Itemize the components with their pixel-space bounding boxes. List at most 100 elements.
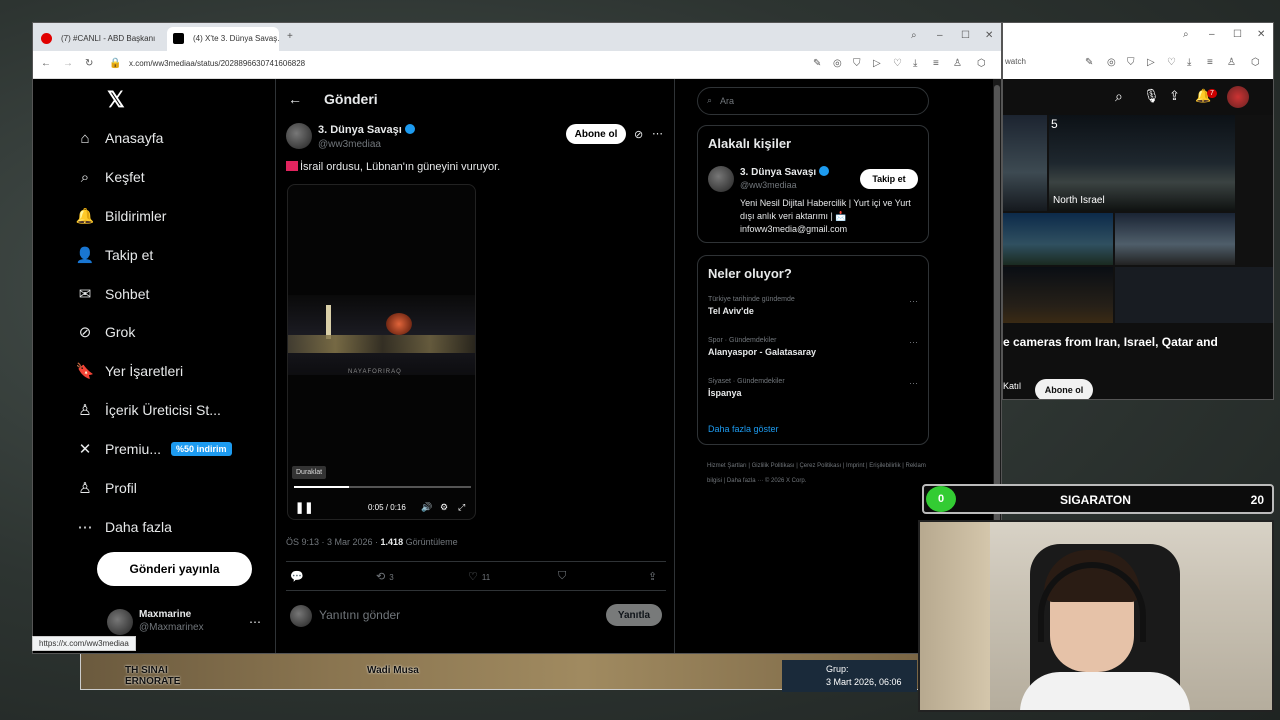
sidebar-item-6[interactable]: 🔖 Yer İşaretleri: [76, 356, 183, 386]
footer-links[interactable]: Hizmet Şartları | Gizlilik Politikası | …: [707, 459, 927, 489]
like-icon[interactable]: ♡ 11: [468, 570, 490, 583]
sidebar-item-4[interactable]: ✉ Sohbet: [79, 279, 150, 309]
trend-item[interactable]: Spor · Gündemdekiler Alanyaspor - Galata…: [708, 337, 918, 357]
grok-icon[interactable]: ⊘: [634, 128, 643, 141]
new-tab-icon[interactable]: +: [287, 31, 293, 42]
video-player[interactable]: NAYAFORIRAQ Duraklat ❚❚ 0:05 / 0:16 🔊 ⚙ …: [287, 184, 476, 520]
back-arrow-icon[interactable]: ←: [288, 91, 302, 107]
pause-icon[interactable]: ❚❚: [295, 501, 313, 514]
tab-bar: (7) #CANLI - ABD Başkanı (4) X'te 3. Dün…: [33, 23, 1001, 51]
url-field[interactable]: watch: [1005, 57, 1026, 66]
related-avatar[interactable]: [708, 166, 734, 192]
sidebar-item-1[interactable]: ⌕ Keşfet: [81, 162, 145, 192]
account-icon[interactable]: ♙: [953, 58, 962, 69]
shield-icon[interactable]: ⛉: [1127, 57, 1135, 68]
related-handle[interactable]: @ww3mediaa: [740, 180, 797, 190]
heart-icon[interactable]: ♡: [1167, 57, 1176, 68]
x-logo-icon[interactable]: 𝕏: [107, 87, 125, 113]
avatar[interactable]: [1227, 86, 1249, 108]
minimize-icon[interactable]: –: [1209, 29, 1215, 40]
follow-button[interactable]: Takip et: [860, 169, 918, 189]
upload-icon[interactable]: ⇪: [1169, 88, 1180, 104]
url-field[interactable]: x.com/ww3mediaa/status/20288966307416068…: [129, 59, 305, 68]
more-icon[interactable]: ⋯: [909, 296, 918, 307]
sidebar-item-10[interactable]: ⋯ Daha fazla: [78, 512, 172, 542]
sidebar-item-3[interactable]: 👤 Takip et: [76, 240, 154, 270]
sidebar-item-label: Bildirimler: [105, 208, 167, 224]
x-icon: [173, 33, 184, 44]
map-label: ERNORATE: [125, 676, 181, 687]
author-handle[interactable]: @ww3mediaa: [318, 139, 381, 150]
fullscreen-icon[interactable]: ⤢: [458, 502, 465, 513]
show-more-link[interactable]: Daha fazla göster: [708, 424, 779, 434]
sidebar-item-8[interactable]: ✕ Premiu... %50 indirim: [79, 434, 232, 464]
more-icon[interactable]: ⋯: [249, 615, 261, 629]
edit-icon[interactable]: ✎: [1085, 57, 1093, 68]
menu-icon[interactable]: ≡: [933, 58, 939, 69]
post-button[interactable]: Gönderi yayınla: [97, 552, 252, 586]
video-title[interactable]: e cameras from Iran, Israel, Qatar and: [1003, 335, 1218, 349]
reply-button[interactable]: Yanıtla: [606, 604, 662, 626]
search-tabs-icon[interactable]: ⌕: [1183, 29, 1189, 40]
avatar[interactable]: [107, 609, 133, 635]
subscribe-button[interactable]: Abone ol: [566, 124, 626, 144]
volume-icon[interactable]: 🔊: [421, 502, 432, 513]
post-timestamp[interactable]: ÖS 9:13 · 3 Mar 2026 ·: [286, 537, 381, 547]
camera-icon[interactable]: ◎: [833, 58, 842, 69]
sidebar-item-0[interactable]: ⌂ Anasayfa: [80, 123, 163, 153]
settings-gear-icon[interactable]: ⚙: [440, 502, 448, 513]
sidebar-item-label: Takip et: [105, 247, 154, 263]
edit-icon[interactable]: ✎: [813, 58, 821, 69]
related-name[interactable]: 3. Dünya Savaşı: [740, 166, 830, 178]
retweet-icon[interactable]: ⟲ 3: [376, 570, 394, 583]
video-progress-bar[interactable]: [294, 486, 471, 488]
search-tabs-icon[interactable]: ⌕: [911, 30, 917, 41]
sidebar-item-label: Sohbet: [105, 286, 150, 302]
more-options-icon[interactable]: ⋯: [652, 127, 663, 140]
camera-icon[interactable]: ◎: [1107, 57, 1116, 68]
premium-discount-badge[interactable]: %50 indirim: [171, 442, 232, 456]
download-icon[interactable]: ⤓: [913, 58, 917, 69]
search-icon[interactable]: ⌕: [1115, 88, 1123, 105]
maximize-icon[interactable]: ☐: [961, 30, 970, 41]
play-icon[interactable]: ▷: [873, 58, 881, 69]
sidebar-item-7[interactable]: ♙ İçerik Üreticisi St...: [78, 395, 221, 425]
download-icon[interactable]: ⤓: [1187, 57, 1191, 68]
reply-input[interactable]: Yanıtını gönder: [319, 608, 400, 622]
account-icon[interactable]: ♙: [1227, 57, 1236, 68]
play-icon[interactable]: ▷: [1147, 57, 1155, 68]
close-icon[interactable]: ✕: [985, 30, 993, 41]
tab-x-post[interactable]: (4) X'te 3. Dünya Savaş...: [167, 27, 279, 51]
bookmark-icon[interactable]: ⛉: [558, 570, 566, 583]
back-icon[interactable]: ←: [41, 58, 51, 69]
minimize-icon[interactable]: –: [937, 30, 943, 41]
tab-youtube[interactable]: (7) #CANLI - ABD Başkanı: [35, 27, 163, 51]
trend-item[interactable]: Siyaset · Gündemdekiler İspanya ⋯: [708, 378, 918, 398]
search-input[interactable]: ⌕ Ara: [697, 87, 929, 115]
share-icon[interactable]: ⇪: [648, 570, 657, 583]
live-camera-grid[interactable]: 5 North Israel: [1003, 115, 1273, 323]
author-avatar[interactable]: [286, 123, 312, 149]
menu-icon[interactable]: ≡: [1207, 57, 1213, 68]
reply-icon[interactable]: 💬: [290, 570, 304, 583]
maximize-icon[interactable]: ☐: [1233, 29, 1242, 40]
trend-item[interactable]: Türkiye tarihinde gündemde Tel Aviv'de ⋯: [708, 296, 918, 316]
sidebar-item-9[interactable]: ♙ Profil: [78, 473, 137, 503]
heart-icon[interactable]: ♡: [893, 58, 902, 69]
reload-icon[interactable]: ↻: [85, 58, 93, 69]
subscribe-button[interactable]: Abone ol: [1035, 379, 1093, 399]
account-switcher[interactable]: Maxmarine @Maxmarinex: [139, 609, 204, 633]
trend-category: Spor · Gündemdekiler: [708, 337, 777, 344]
shield-icon[interactable]: ⛉: [853, 58, 861, 69]
extension-icon[interactable]: ⬡: [977, 58, 986, 69]
author-name[interactable]: 3. Dünya Savaşı: [318, 124, 415, 136]
join-button[interactable]: Katıl: [1003, 381, 1021, 391]
forward-icon[interactable]: →: [63, 58, 73, 69]
sidebar-item-2[interactable]: 🔔 Bildirimler: [76, 201, 167, 231]
mic-icon[interactable]: 🎙: [1143, 88, 1160, 104]
sidebar-item-5[interactable]: ⊘ Grok: [79, 317, 136, 347]
more-icon[interactable]: ⋯: [909, 337, 918, 348]
extension-icon[interactable]: ⬡: [1251, 57, 1260, 68]
more-icon[interactable]: ⋯: [909, 378, 918, 389]
close-icon[interactable]: ✕: [1257, 29, 1265, 40]
